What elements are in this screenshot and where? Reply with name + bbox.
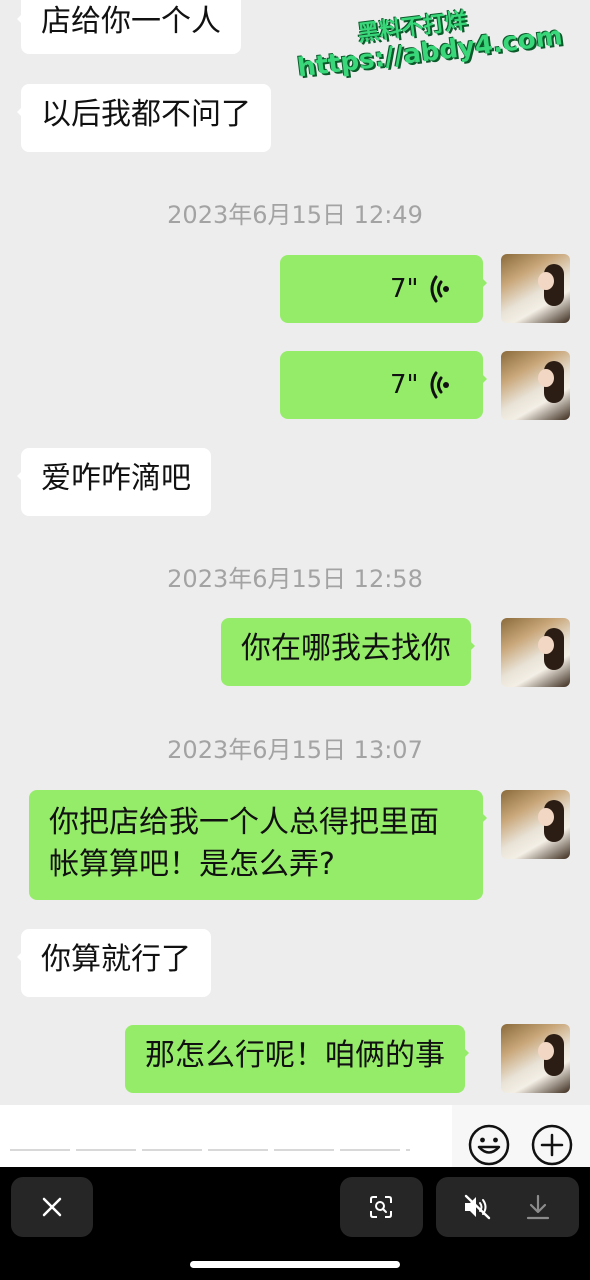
voice-wave-icon (430, 371, 449, 399)
avatar[interactable] (501, 1024, 570, 1093)
message-bubble-sent[interactable]: 你把店给我一个人总得把里面 帐算算吧！是怎么弄? (29, 790, 487, 900)
media-actions (436, 1177, 579, 1237)
message-text: 你在哪我去找你 (241, 631, 451, 666)
message-text-line: 你把店给我一个人总得把里面 (49, 805, 439, 840)
avatar[interactable] (501, 351, 570, 420)
message-text: 店给你一个人 (41, 4, 221, 39)
message-bubble-sent[interactable]: 你在哪我去找你 (221, 618, 475, 686)
timestamp: 2023年6月15日 13:07 (167, 736, 423, 764)
scan-icon (370, 1196, 392, 1218)
input-divider (10, 1149, 410, 1151)
message-bubble-received[interactable]: 你算就行了 (17, 929, 211, 997)
chat-area[interactable]: 店给你一个人 黑料不打烊 https://abdy4.com 以后我都不问了 2… (0, 0, 590, 1105)
voice-duration: 7" (390, 370, 419, 400)
message-text: 爱咋咋滴吧 (41, 461, 191, 496)
download-icon[interactable] (526, 1194, 550, 1220)
message-text: 你算就行了 (41, 942, 191, 977)
mute-icon[interactable] (463, 1194, 493, 1220)
voice-wave-icon (430, 275, 449, 303)
avatar[interactable] (501, 254, 570, 323)
voice-duration: 7" (390, 274, 419, 304)
avatar[interactable] (501, 618, 570, 687)
close-button[interactable] (11, 1177, 93, 1237)
message-input[interactable] (0, 1105, 452, 1167)
home-indicator[interactable] (190, 1261, 400, 1268)
message-text-line: 帐算算吧！是怎么弄? (49, 847, 335, 882)
timestamp: 2023年6月15日 12:58 (167, 565, 423, 593)
timestamp: 2023年6月15日 12:49 (167, 201, 423, 229)
message-bubble-received[interactable]: 爱咋咋滴吧 (17, 448, 211, 516)
scan-button[interactable] (340, 1177, 423, 1237)
message-bubble-sent[interactable]: 那怎么行呢！咱俩的事 (125, 1025, 469, 1093)
message-bubble-received[interactable]: 店给你一个人 (17, 0, 241, 54)
message-text: 以后我都不问了 (41, 97, 251, 132)
message-bubble-received[interactable]: 以后我都不问了 (17, 84, 271, 152)
close-icon (42, 1197, 62, 1217)
emoji-icon[interactable] (468, 1124, 510, 1166)
avatar[interactable] (501, 790, 570, 859)
plus-icon[interactable] (531, 1124, 573, 1166)
message-text: 那怎么行呢！咱俩的事 (145, 1038, 445, 1073)
